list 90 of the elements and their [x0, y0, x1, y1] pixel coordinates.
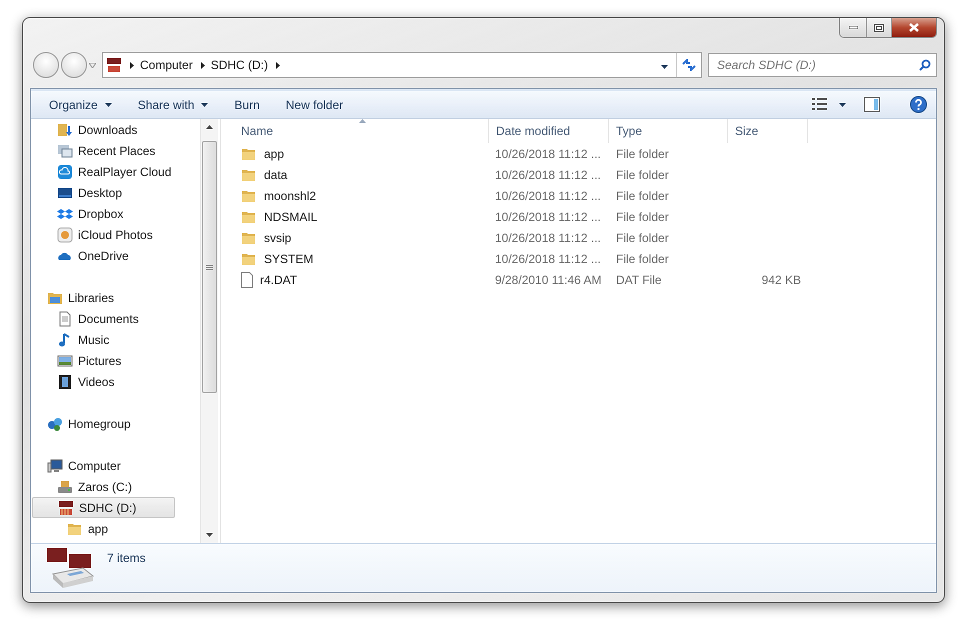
- sidebar-item[interactable]: Homegroup: [47, 413, 200, 434]
- caret-icon: [201, 102, 208, 106]
- type-cell-text: File folder: [615, 210, 670, 224]
- sd-card-icon: [58, 500, 74, 516]
- date-cell-text: 10/26/2018 11:12 ...: [494, 146, 602, 160]
- chevron-right-icon: [130, 62, 134, 68]
- refresh-icon: [682, 59, 696, 71]
- date-cell-text: 10/26/2018 11:12 ...: [494, 210, 602, 224]
- caret-icon: [661, 65, 668, 69]
- sidebar-item[interactable]: Documents: [57, 308, 200, 329]
- date-cell-text: 10/26/2018 11:12 ...: [494, 252, 602, 266]
- sidebar-item[interactable]: Pictures: [57, 350, 200, 371]
- scroll-thumb[interactable]: [202, 141, 217, 393]
- list-view-icon: [812, 98, 827, 111]
- sidebar-item[interactable]: Recent Places: [57, 140, 200, 161]
- help-icon: [910, 96, 927, 113]
- sidebar-item[interactable]: Dropbox: [57, 203, 200, 224]
- sd-card-drive-icon: [45, 546, 95, 590]
- column-header[interactable]: Size: [728, 119, 808, 143]
- column-header[interactable]: Date modified: [489, 119, 609, 143]
- file-name-cell[interactable]: NDSMAIL: [234, 208, 489, 224]
- sidebar-item[interactable]: OneDrive: [57, 245, 200, 266]
- file-name-cell[interactable]: r4.DAT: [234, 272, 489, 288]
- sidebar-item[interactable]: Libraries: [47, 287, 200, 308]
- maximize-button[interactable]: [866, 18, 891, 37]
- address-bar[interactable]: Computer SDHC (D:): [102, 52, 702, 78]
- recent-places-icon: [57, 142, 73, 158]
- computer-icon: [47, 458, 63, 474]
- sidebar-item[interactable]: Computer: [47, 455, 200, 476]
- close-icon: [909, 23, 919, 32]
- column-header[interactable]: Name: [234, 119, 489, 143]
- preview-pane-icon: [864, 97, 880, 112]
- toolbar-button[interactable]: New folder: [278, 94, 352, 116]
- type-cell-text: File folder: [615, 146, 670, 160]
- close-button[interactable]: [891, 18, 936, 37]
- type-cell-text: File folder: [615, 252, 670, 266]
- back-button[interactable]: [33, 52, 59, 78]
- toolbar-button[interactable]: Share with: [130, 94, 216, 116]
- sidebar-item[interactable]: SDHC (D:): [32, 497, 175, 518]
- picture-icon: [57, 352, 73, 368]
- caret-icon: [104, 102, 112, 106]
- type-cell-text: File folder: [615, 188, 670, 202]
- sidebar-item[interactable]: Desktop: [57, 182, 200, 203]
- sidebar-item[interactable]: Videos: [57, 371, 200, 392]
- type-cell-text: File folder: [615, 168, 670, 182]
- toolbar-button[interactable]: Organize: [41, 94, 120, 116]
- file-icon: [241, 272, 253, 288]
- file-name-cell[interactable]: data: [234, 166, 489, 182]
- column-header[interactable]: Type: [609, 119, 728, 143]
- breadcrumb[interactable]: SDHC (D:): [210, 58, 268, 72]
- maximize-icon: [874, 24, 884, 32]
- sidebar-item[interactable]: Zaros (C:): [57, 476, 200, 497]
- date-cell-text: 10/26/2018 11:12 ...: [494, 230, 602, 244]
- date-cell-text: 10/26/2018 11:12 ...: [494, 168, 602, 182]
- minimize-button[interactable]: [840, 18, 866, 37]
- caret-icon: [839, 102, 846, 106]
- hard-drive-icon: [57, 478, 73, 494]
- scroll-up-icon: [206, 125, 213, 129]
- file-name-cell[interactable]: app: [234, 146, 489, 162]
- document-icon: [57, 310, 73, 326]
- sidebar-item[interactable]: RealPlayer Cloud: [57, 161, 200, 182]
- file-name-cell[interactable]: moonshl2: [234, 188, 489, 204]
- downloads-icon: [57, 122, 73, 138]
- sidebar-item[interactable]: Music: [57, 329, 200, 350]
- search-field[interactable]: Search SDHC (D:): [708, 53, 937, 77]
- sidebar-item[interactable]: Downloads: [57, 119, 200, 140]
- sidebar-item[interactable]: iCloud Photos: [57, 224, 200, 245]
- type-cell-text: File folder: [615, 230, 670, 244]
- scroll-down-icon: [206, 533, 213, 537]
- cloud-app-icon: [57, 164, 73, 180]
- date-cell-text: 9/28/2010 11:46 AM: [494, 272, 603, 286]
- breadcrumb[interactable]: Computer: [140, 58, 193, 72]
- search-icon: [919, 59, 931, 71]
- date-cell-text: 10/26/2018 11:12 ...: [494, 188, 602, 202]
- photos-icon: [57, 226, 73, 242]
- sidebar-item[interactable]: app: [67, 518, 200, 539]
- forward-button[interactable]: [61, 52, 87, 78]
- file-name-cell[interactable]: SYSTEM: [234, 250, 489, 266]
- scrollbar[interactable]: [200, 119, 218, 543]
- chevron-right-icon: [200, 62, 205, 68]
- film-icon: [57, 374, 73, 390]
- size-cell-text: 942 KB: [760, 272, 802, 286]
- type-cell-text: DAT File: [615, 272, 663, 286]
- sd-card-icon: [106, 57, 122, 73]
- chevron-right-icon: [276, 62, 280, 68]
- item-count: 7 items: [107, 551, 146, 565]
- homegroup-icon: [47, 416, 63, 432]
- file-name-cell[interactable]: svsip: [234, 230, 489, 246]
- minimize-icon: [848, 26, 858, 29]
- toolbar-button[interactable]: Burn: [226, 94, 268, 116]
